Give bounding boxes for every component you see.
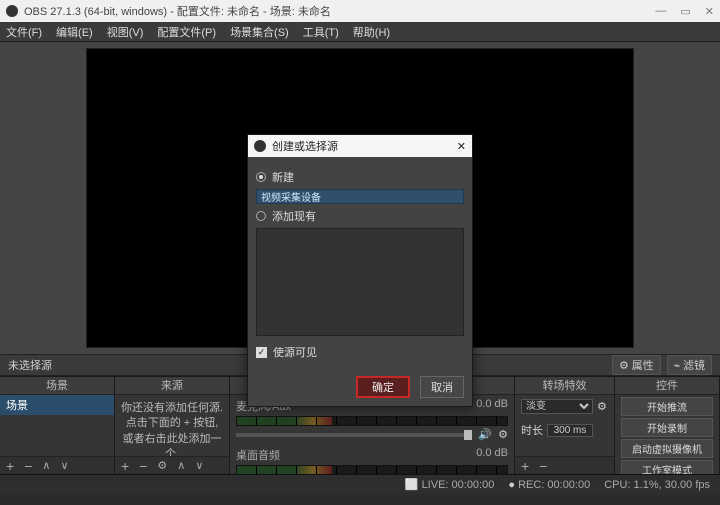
sources-hint-line: 或者右击此处添加一个. (119, 432, 225, 456)
window-title: OBS 27.1.3 (64-bit, windows) - 配置文件: 未命名… (24, 3, 331, 19)
track-name: 桌面音频 (236, 447, 280, 463)
start-virtualcam-button[interactable]: 启动虚拟摄像机 (621, 439, 713, 458)
sources-hint-line: 你还没有添加任何源. (119, 401, 225, 416)
start-streaming-button[interactable]: 开始推流 (621, 397, 713, 416)
sliders-icon: ⌁ (674, 360, 681, 372)
controls-panel: 控件 开始推流 开始录制 启动虚拟摄像机 工作室模式 设置 退出 (615, 377, 720, 474)
gear-icon[interactable]: ⚙ (498, 428, 508, 441)
obs-logo-icon (254, 140, 266, 152)
scene-add-button[interactable]: + (6, 458, 14, 474)
no-source-selected-label: 未选择源 (8, 357, 52, 373)
minimize-icon[interactable]: — (655, 5, 666, 18)
gear-icon: ⚙ (619, 360, 629, 372)
statusbar: ⬜ LIVE: 00:00:00 ● REC: 00:00:00 CPU: 1.… (0, 474, 720, 494)
close-icon[interactable]: ✕ (457, 140, 466, 153)
radio-icon (256, 172, 266, 182)
transition-remove-button[interactable]: − (539, 458, 547, 474)
speaker-icon[interactable]: 🔊 (478, 428, 492, 441)
vu-meter (236, 416, 508, 426)
source-up-button[interactable]: ∧ (177, 459, 185, 472)
cancel-button[interactable]: 取消 (420, 376, 464, 398)
maximize-icon[interactable]: ▭ (680, 5, 690, 18)
option-create-new[interactable]: 新建 (256, 169, 464, 185)
filters-button[interactable]: ⌁ 滤镜 (667, 355, 712, 375)
sources-panel: 来源 你还没有添加任何源. 点击下面的 + 按钮, 或者右击此处添加一个. 🖼 … (115, 377, 230, 474)
scenes-panel: 场景 场景 + − ∧ ∨ (0, 377, 115, 474)
option-new-label: 新建 (272, 169, 294, 185)
dialog-title: 创建或选择源 (272, 138, 338, 154)
close-icon[interactable]: ✕ (705, 5, 714, 18)
sources-hint-line: 点击下面的 + 按钮, (119, 416, 225, 431)
radio-icon (256, 211, 266, 221)
track-db: 0.0 dB (476, 447, 508, 463)
source-settings-button[interactable]: ⚙ (157, 459, 167, 472)
studio-mode-button[interactable]: 工作室模式 (621, 460, 713, 474)
duration-input[interactable] (547, 424, 593, 437)
transition-add-button[interactable]: + (521, 458, 529, 474)
source-name-input[interactable] (256, 189, 464, 204)
gear-icon[interactable]: ⚙ (597, 400, 607, 413)
rec-dot-icon: ● (508, 479, 515, 491)
ok-button[interactable]: 确定 (356, 376, 410, 398)
transitions-header: 转场特效 (515, 377, 614, 395)
mixer-track: 桌面音频0.0 dB 🔊 ⚙ (230, 444, 514, 474)
scene-up-button[interactable]: ∧ (42, 459, 50, 472)
existing-sources-list[interactable] (256, 228, 464, 336)
scenes-header: 场景 (0, 377, 114, 395)
source-down-button[interactable]: ∨ (195, 459, 203, 472)
live-dot-icon: ⬜ (405, 479, 419, 491)
scene-down-button[interactable]: ∨ (60, 459, 68, 472)
rec-status: REC: 00:00:00 (518, 479, 590, 491)
duration-label: 时长 (521, 422, 543, 438)
create-source-dialog: 创建或选择源 ✕ 新建 添加现有 ✓ 使源可见 确定 取消 (247, 134, 473, 407)
source-remove-button[interactable]: − (139, 458, 147, 474)
live-status: LIVE: 00:00:00 (422, 479, 495, 491)
menu-file[interactable]: 文件(F) (6, 24, 42, 40)
menubar: 文件(F) 编辑(E) 视图(V) 配置文件(P) 场景集合(S) 工具(T) … (0, 22, 720, 42)
scene-remove-button[interactable]: − (24, 458, 32, 474)
menu-help[interactable]: 帮助(H) (353, 24, 390, 40)
vu-meter (236, 465, 508, 474)
make-visible-checkbox[interactable]: ✓ 使源可见 (256, 344, 464, 360)
checkbox-icon: ✓ (256, 347, 267, 358)
cpu-status: CPU: 1.1%, 30.00 fps (604, 479, 710, 491)
source-add-button[interactable]: + (121, 458, 129, 474)
transition-select[interactable]: 淡变 (521, 399, 593, 414)
menu-profile[interactable]: 配置文件(P) (157, 24, 216, 40)
properties-button[interactable]: ⚙ 属性 (612, 355, 661, 375)
volume-slider[interactable] (236, 433, 472, 437)
menu-scene-collection[interactable]: 场景集合(S) (230, 24, 289, 40)
start-recording-button[interactable]: 开始录制 (621, 418, 713, 437)
track-db: 0.0 dB (476, 398, 508, 414)
sources-header: 来源 (115, 377, 229, 395)
controls-header: 控件 (615, 377, 719, 395)
transitions-panel: 转场特效 淡变 ⚙ 时长 + − (515, 377, 615, 474)
scene-item[interactable]: 场景 (0, 395, 114, 415)
make-visible-label: 使源可见 (273, 344, 317, 360)
menu-tools[interactable]: 工具(T) (303, 24, 339, 40)
obs-logo-icon (6, 5, 18, 17)
option-existing-label: 添加现有 (272, 208, 316, 224)
window-titlebar: OBS 27.1.3 (64-bit, windows) - 配置文件: 未命名… (0, 0, 720, 22)
menu-view[interactable]: 视图(V) (107, 24, 144, 40)
menu-edit[interactable]: 编辑(E) (56, 24, 93, 40)
option-add-existing[interactable]: 添加现有 (256, 208, 464, 224)
